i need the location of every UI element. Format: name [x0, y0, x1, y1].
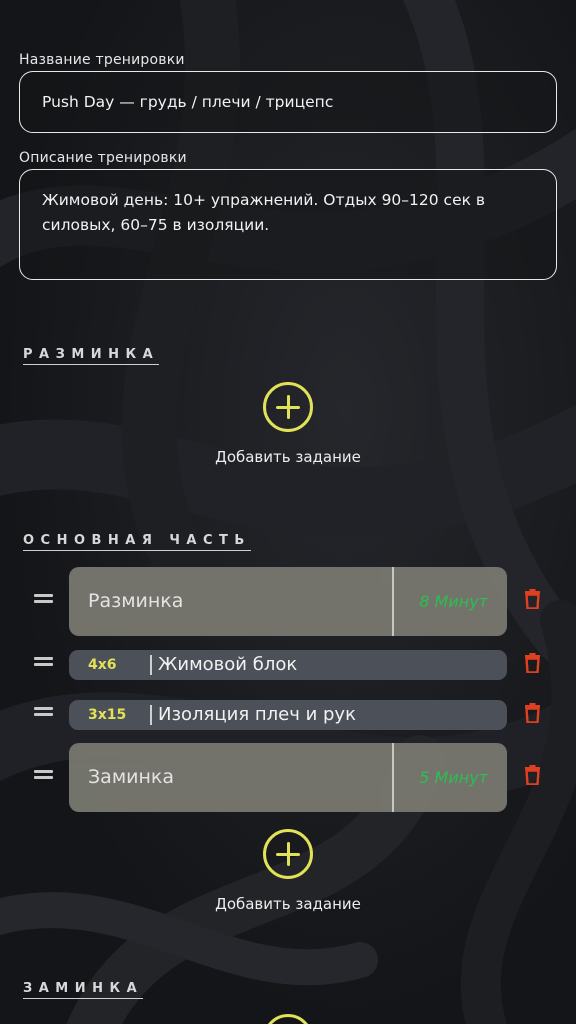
divider [150, 705, 152, 725]
task-name: Разминка [88, 590, 184, 612]
drag-handle-icon[interactable] [34, 770, 53, 780]
workout-description-input[interactable]: Жимовой день: 10+ упражнений. Отдых 90–1… [19, 169, 557, 280]
trash-icon[interactable] [524, 703, 541, 723]
add-task-label[interactable]: Добавить задание [0, 448, 576, 466]
workout-title-label: Название тренировки [19, 52, 185, 68]
task-name: Заминка [88, 766, 175, 788]
drag-handle-icon[interactable] [34, 594, 53, 604]
section-title-main: ОСНОВНАЯ ЧАСТЬ [23, 533, 251, 551]
workout-description-label: Описание тренировки [19, 150, 187, 166]
workout-title-input[interactable]: Push Day — грудь / плечи / трицепс [19, 71, 557, 133]
sets-reps: 3x15 [88, 707, 127, 723]
add-task-label[interactable]: Добавить задание [0, 895, 576, 913]
task-duration: 5 Минут [419, 768, 488, 787]
plus-circle-icon[interactable] [263, 1014, 313, 1024]
plus-circle-icon[interactable] [263, 829, 313, 879]
task-name: Жимовой блок [158, 654, 298, 675]
warmup-add-task: Добавить задание [0, 382, 576, 466]
task-card-warmup-block[interactable]: Разминка 8 Минут [69, 567, 507, 636]
section-title-warmup: РАЗМИНКА [23, 347, 160, 365]
task-card-exercise[interactable]: 3x15 Изоляция плеч и рук [69, 700, 507, 730]
divider [392, 743, 394, 812]
cooldown-add-task [0, 1014, 576, 1024]
task-duration: 8 Минут [419, 592, 488, 611]
trash-icon[interactable] [524, 765, 541, 785]
task-name: Изоляция плеч и рук [158, 704, 356, 725]
drag-handle-icon[interactable] [34, 657, 53, 667]
trash-icon[interactable] [524, 589, 541, 609]
section-title-cooldown: ЗАМИНКА [23, 981, 144, 999]
drag-handle-icon[interactable] [34, 707, 53, 717]
plus-circle-icon[interactable] [263, 382, 313, 432]
divider [150, 655, 152, 675]
divider [392, 567, 394, 636]
trash-icon[interactable] [524, 653, 541, 673]
task-card-exercise[interactable]: 4x6 Жимовой блок [69, 650, 507, 680]
sets-reps: 4x6 [88, 657, 117, 673]
task-card-cooldown-block[interactable]: Заминка 5 Минут [69, 743, 507, 812]
main-add-task: Добавить задание [0, 829, 576, 913]
